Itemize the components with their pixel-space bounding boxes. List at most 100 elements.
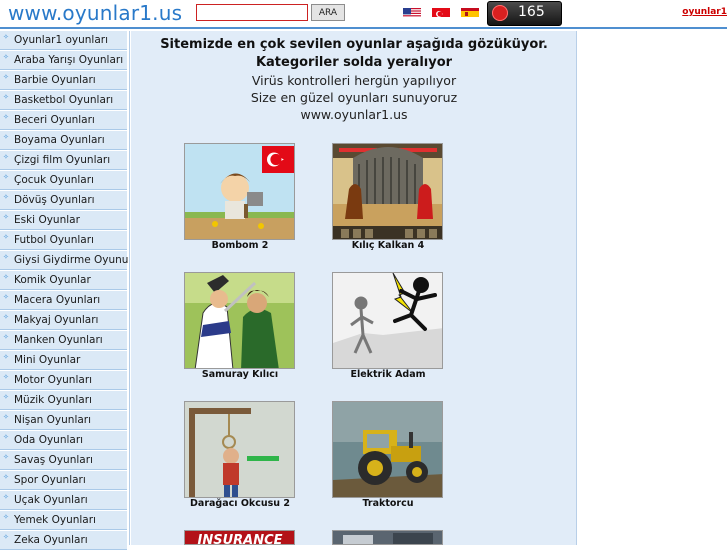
bullet-icon: ✧ bbox=[3, 213, 9, 221]
sidebar-item[interactable]: ✧ Giysi Giydirme Oyunu bbox=[0, 251, 129, 270]
sidebar-item[interactable]: ✧ Çocuk Oyunları bbox=[0, 171, 127, 190]
sidebar-item-label: Macera Oyunları bbox=[14, 294, 101, 306]
sidebar-item[interactable]: ✧ Yemek Oyunları bbox=[0, 511, 127, 530]
game-thumbnail-samuray-kilici[interactable] bbox=[184, 272, 295, 369]
bullet-icon: ✧ bbox=[3, 233, 9, 241]
bullet-icon: ✧ bbox=[3, 173, 9, 181]
header: www.oyunlar1.us ARA 165 oyunlar1 bbox=[0, 0, 727, 29]
sidebar-item-label: Giysi Giydirme Oyunu bbox=[14, 254, 129, 266]
game-thumbnail-partial[interactable]: INSURANCE bbox=[184, 530, 295, 545]
bullet-icon: ✧ bbox=[3, 73, 9, 81]
sidebar-item-label: Futbol Oyunları bbox=[14, 234, 94, 246]
game-title[interactable]: Traktorcu bbox=[332, 498, 444, 509]
header-divider bbox=[0, 27, 727, 29]
sidebar-item-label: Boyama Oyunları bbox=[14, 134, 105, 146]
sidebar-item-label: Oda Oyunları bbox=[14, 434, 84, 446]
sidebar-item[interactable]: ✧ Spor Oyunları bbox=[0, 471, 127, 490]
bullet-icon: ✧ bbox=[3, 113, 9, 121]
sidebar-item-label: Barbie Oyunları bbox=[14, 74, 96, 86]
game-thumbnail-kilic-kalkan-4[interactable] bbox=[332, 143, 443, 240]
sidebar-item[interactable]: ✧ Oda Oyunları bbox=[0, 431, 127, 450]
bullet-icon: ✧ bbox=[3, 193, 9, 201]
sidebar-item[interactable]: ✧ Barbie Oyunları bbox=[0, 71, 127, 90]
es-flag-icon[interactable] bbox=[461, 5, 479, 17]
sidebar-item[interactable]: ✧ Futbol Oyunları bbox=[0, 231, 127, 250]
game-title[interactable]: Kılıç Kalkan 4 bbox=[332, 240, 444, 251]
intro-line: Size en güzel oyunları sunuyoruz bbox=[250, 90, 458, 105]
counter-value: 165 bbox=[518, 4, 545, 20]
bullet-icon: ✧ bbox=[3, 353, 9, 361]
sidebar-item[interactable]: ✧ Beceri Oyunları bbox=[0, 111, 127, 130]
bullet-icon: ✧ bbox=[3, 273, 9, 281]
bullet-icon: ✧ bbox=[3, 33, 9, 41]
sidebar-item[interactable]: ✧ Oyunlar1 oyunları bbox=[0, 31, 127, 50]
bullet-icon: ✧ bbox=[3, 493, 9, 501]
us-flag-icon[interactable] bbox=[403, 5, 421, 17]
sidebar-item[interactable]: ✧ Uçak Oyunları bbox=[0, 491, 127, 510]
banner-text: INSURANCE bbox=[197, 533, 282, 545]
game-title[interactable]: Samuray Kılıcı bbox=[184, 369, 296, 380]
sidebar-item-label: Savaş Oyunları bbox=[14, 454, 93, 466]
bullet-icon: ✧ bbox=[3, 313, 9, 321]
sidebar-item[interactable]: ✧ Savaş Oyunları bbox=[0, 451, 127, 470]
game-thumbnail-traktorcu[interactable] bbox=[332, 401, 443, 498]
sidebar-item-label: Spor Oyunları bbox=[14, 474, 86, 486]
sidebar-item[interactable]: ✧ Makyaj Oyunları bbox=[0, 311, 127, 330]
top-right-link[interactable]: oyunlar1 bbox=[682, 7, 727, 17]
sidebar-item-label: Dövüş Oyunları bbox=[14, 194, 95, 206]
intro-heading: Sitemizde en çok sevilen oyunlar aşağıda… bbox=[160, 37, 548, 70]
sidebar-item-label: Motor Oyunları bbox=[14, 374, 93, 386]
search-input[interactable] bbox=[196, 4, 308, 21]
bullet-icon: ✧ bbox=[3, 293, 9, 301]
game-thumbnail-elektrik-adam[interactable] bbox=[332, 272, 443, 369]
sidebar-item[interactable]: ✧ Motor Oyunları bbox=[0, 371, 127, 390]
bullet-icon: ✧ bbox=[3, 513, 9, 521]
bullet-icon: ✧ bbox=[3, 453, 9, 461]
sidebar-item[interactable]: ✧ Mini Oyunlar bbox=[0, 351, 127, 370]
site-title[interactable]: www.oyunlar1.us bbox=[8, 1, 182, 25]
bullet-icon: ✧ bbox=[3, 373, 9, 381]
sidebar-item[interactable]: ✧ Komik Oyunlar bbox=[0, 271, 127, 290]
sidebar-divider bbox=[129, 31, 130, 545]
bullet-icon: ✧ bbox=[3, 433, 9, 441]
sidebar-item-label: Yemek Oyunları bbox=[14, 514, 96, 526]
game-thumbnail-bombom-2[interactable] bbox=[184, 143, 295, 240]
bullet-icon: ✧ bbox=[3, 533, 9, 541]
game-thumbnail-daragaci-okcusu-2[interactable] bbox=[184, 401, 295, 498]
bullet-icon: ✧ bbox=[3, 133, 9, 141]
sidebar-item-label: Müzik Oyunları bbox=[14, 394, 92, 406]
sidebar-item[interactable]: ✧ Müzik Oyunları bbox=[0, 391, 127, 410]
main-content: Sitemizde en çok sevilen oyunlar aşağıda… bbox=[131, 31, 577, 545]
sidebar-item-label: Mini Oyunlar bbox=[14, 354, 81, 366]
sidebar-item[interactable]: ✧ Basketbol Oyunları bbox=[0, 91, 127, 110]
sidebar-item[interactable]: ✧ Dövüş Oyunları bbox=[0, 191, 127, 210]
bullet-icon: ✧ bbox=[3, 413, 9, 421]
sidebar-item-label: Araba Yarışı Oyunları bbox=[14, 54, 124, 66]
game-title[interactable]: Darağacı Okcusu 2 bbox=[184, 498, 296, 509]
sidebar-item[interactable]: ✧ Macera Oyunları bbox=[0, 291, 127, 310]
bullet-icon: ✧ bbox=[3, 153, 9, 161]
bullet-icon: ✧ bbox=[3, 393, 9, 401]
sidebar-item[interactable]: ✧ Manken Oyunları bbox=[0, 331, 127, 350]
sidebar-item[interactable]: ✧ Araba Yarışı Oyunları bbox=[0, 51, 127, 70]
search-button[interactable]: ARA bbox=[311, 4, 345, 21]
sidebar-item-label: Eski Oyunlar bbox=[14, 214, 80, 226]
sidebar-item-label: Basketbol Oyunları bbox=[14, 94, 114, 106]
sidebar-item[interactable]: ✧ Zeka Oyunları bbox=[0, 531, 127, 550]
category-sidebar: ✧ Oyunlar1 oyunları ✧ Araba Yarışı Oyunlar… bbox=[0, 31, 129, 551]
sidebar-item-label: Komik Oyunlar bbox=[14, 274, 91, 286]
sidebar-item-label: Manken Oyunları bbox=[14, 334, 103, 346]
bullet-icon: ✧ bbox=[3, 93, 9, 101]
sidebar-item-label: Oyunlar1 oyunları bbox=[14, 34, 109, 46]
sidebar-item[interactable]: ✧ Eski Oyunlar bbox=[0, 211, 127, 230]
game-title[interactable]: Elektrik Adam bbox=[332, 369, 444, 380]
game-thumbnail-partial[interactable] bbox=[332, 530, 443, 545]
game-title[interactable]: Bombom 2 bbox=[184, 240, 296, 251]
intro-line: Virüs kontrolleri hergün yapılıyor bbox=[251, 73, 457, 88]
bullet-icon: ✧ bbox=[3, 333, 9, 341]
sidebar-item-label: Uçak Oyunları bbox=[14, 494, 88, 506]
tr-flag-icon[interactable] bbox=[432, 5, 450, 17]
sidebar-item[interactable]: ✧ Boyama Oyunları bbox=[0, 131, 127, 150]
sidebar-item[interactable]: ✧ Çizgi film Oyunları bbox=[0, 151, 127, 170]
sidebar-item[interactable]: ✧ Nişan Oyunları bbox=[0, 411, 127, 430]
